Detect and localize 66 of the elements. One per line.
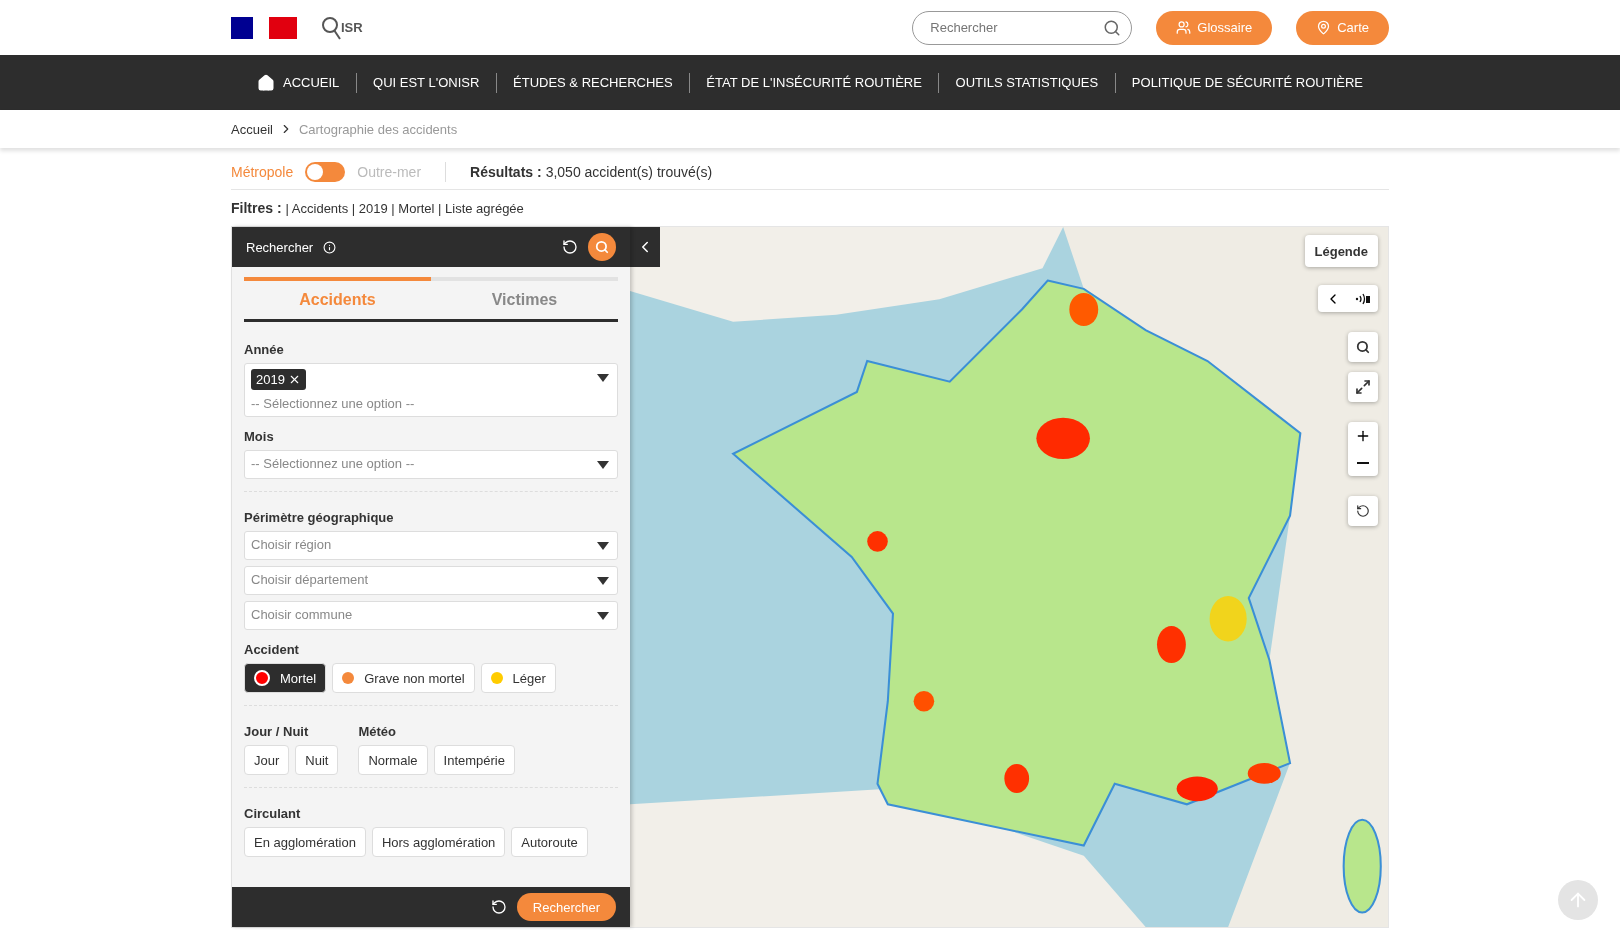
field-label: Mois: [244, 429, 275, 444]
reset-icon: [490, 899, 507, 915]
results-text: 3,050 accident(s) trouvé(s): [545, 163, 713, 180]
filters-label: Filtres :: [231, 200, 282, 216]
filter-chip[interactable]: Nuit: [295, 745, 339, 775]
reset-button[interactable]: [490, 899, 507, 915]
panel-title: Rechercher: [246, 239, 314, 255]
toggle-label: Métropole: [231, 163, 294, 180]
search-icon: [1103, 18, 1122, 37]
filter-chip[interactable]: Grave non mortel: [332, 663, 475, 693]
home-icon: [257, 73, 275, 92]
filter-chip[interactable]: Normale: [358, 745, 428, 775]
filter-chip[interactable]: Jour: [244, 745, 290, 775]
fullscreen-icon: [1355, 379, 1371, 395]
nav-link[interactable]: QUI EST L'ONISR: [359, 75, 494, 90]
year-tag[interactable]: 2019: [251, 369, 306, 390]
filter-chip[interactable]: Intempérie: [433, 745, 515, 775]
filter-chip[interactable]: Léger: [480, 663, 556, 693]
nav-link[interactable]: POLITIQUE DE SÉCURITÉ ROUTIÈRE: [1117, 75, 1377, 90]
reset-button[interactable]: [562, 239, 578, 255]
field-label: Météo: [358, 724, 397, 739]
caret-icon: [597, 374, 609, 382]
breadcrumb-link[interactable]: Accueil: [231, 121, 273, 137]
search-input[interactable]: Rechercher: [928, 19, 1104, 36]
filter-chip[interactable]: Autoroute: [511, 827, 588, 857]
search-icon: [1356, 340, 1370, 354]
reset-view-button[interactable]: [1348, 496, 1378, 526]
search-button[interactable]: [588, 233, 616, 261]
filter-chip[interactable]: Mortel: [244, 663, 327, 693]
filters-text: | Accidents | 2019 | Mortel | Liste agrégée: [285, 200, 524, 216]
nav-link[interactable]: ÉTUDES & RECHERCHES: [499, 75, 687, 90]
people-icon: [1176, 20, 1192, 35]
results-label: Résultats :: [470, 163, 542, 180]
field-label: Jour / Nuit: [244, 724, 310, 739]
caret-icon: [597, 461, 609, 469]
caret-icon: [597, 612, 609, 620]
field-label: Circulant: [244, 806, 302, 821]
reset-icon: [1356, 504, 1370, 518]
nav-link[interactable]: ÉTAT DE L'INSÉCURITÉ ROUTIÈRE: [692, 75, 936, 90]
fullscreen-button[interactable]: [1348, 372, 1378, 402]
select-field[interactable]: Choisir département: [244, 566, 618, 595]
collapse-button[interactable]: [630, 227, 660, 267]
republic-logo: [231, 14, 297, 41]
select-field[interactable]: 2019 -- Sélectionnez une option --: [244, 363, 618, 417]
nav-link[interactable]: OUTILS STATISTIQUES: [941, 75, 1113, 90]
legend-button[interactable]: Légende: [1304, 235, 1378, 267]
field-label: Accident: [244, 642, 300, 657]
pin-icon: [1316, 20, 1332, 35]
filter-chip[interactable]: Hors agglomération: [371, 827, 506, 857]
nav-link[interactable]: ACCUEIL: [243, 73, 354, 92]
select-field[interactable]: Choisir région: [244, 531, 618, 560]
select-field[interactable]: Choisir commune: [244, 601, 618, 630]
toggle-switch[interactable]: [305, 161, 346, 182]
caret-icon: [597, 542, 609, 550]
toggle-label: Outre-mer: [357, 163, 422, 180]
search-icon: [595, 240, 609, 254]
info-icon[interactable]: [323, 240, 337, 254]
select-field[interactable]: -- Sélectionnez une option --: [244, 450, 618, 479]
filter-chip[interactable]: En agglomération: [244, 827, 366, 857]
search-button[interactable]: [1348, 332, 1378, 362]
field-label: Année: [244, 342, 285, 357]
field-label: Périmètre géographique: [244, 510, 395, 525]
onisr-logo[interactable]: ISR: [321, 14, 363, 41]
reset-icon: [562, 239, 578, 255]
minus-icon: [1357, 461, 1369, 464]
caret-icon: [597, 577, 609, 585]
